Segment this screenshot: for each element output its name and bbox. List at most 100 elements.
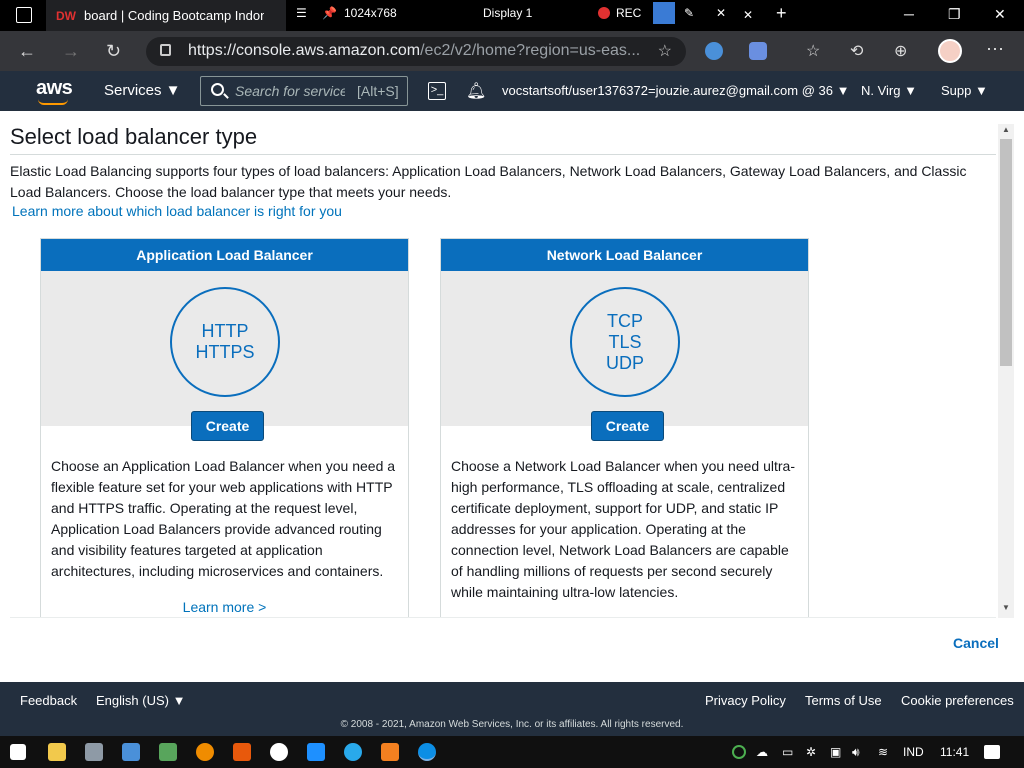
rec-label: REC bbox=[616, 6, 642, 20]
pen-icon[interactable]: ✎ bbox=[684, 6, 694, 20]
wifi-icon[interactable]: ≋ bbox=[878, 745, 888, 759]
protocol-label: TCP bbox=[607, 310, 643, 331]
protocol-label: HTTP bbox=[201, 321, 249, 341]
app-icon-4[interactable] bbox=[196, 743, 214, 761]
region-menu[interactable]: N. Virg ▼ bbox=[861, 83, 917, 98]
scrollbar-thumb[interactable] bbox=[1000, 139, 1012, 366]
alb-learn-more-link[interactable]: Learn more > bbox=[41, 599, 408, 615]
tray-app-icon[interactable]: ✲ bbox=[806, 745, 816, 759]
card-title: Application Load Balancer bbox=[41, 239, 408, 271]
tab-title: board | Coding Bootcamp Indon bbox=[84, 8, 264, 23]
restore-icon[interactable]: ❐ bbox=[948, 6, 961, 23]
windows-start-icon[interactable] bbox=[10, 744, 26, 760]
pin-icon[interactable]: 📌 bbox=[322, 6, 337, 20]
card-illustration: TCP TLS UDP Create bbox=[441, 271, 808, 441]
aws-search-input[interactable] bbox=[235, 82, 345, 100]
network-load-balancer-card: Network Load Balancer TCP TLS UDP Create… bbox=[440, 238, 809, 618]
telegram-icon[interactable] bbox=[344, 743, 362, 761]
services-menu[interactable]: Services ▼ bbox=[104, 82, 181, 99]
protocol-circle: HTTP HTTPS bbox=[170, 287, 280, 397]
account-menu[interactable]: vocstartsoft/user1376372=jouzie.aurez@gm… bbox=[502, 83, 849, 98]
browser-tab-active[interactable]: DW board | Coding Bootcamp Indon ✕ bbox=[46, 0, 322, 31]
aws-search-box[interactable]: [Alt+S] bbox=[200, 76, 408, 106]
edge-browser-icon[interactable] bbox=[418, 743, 436, 761]
aws-footer: Feedback English (US) ▼ Privacy Policy T… bbox=[0, 682, 1024, 736]
stop-share-icon[interactable]: ✕ bbox=[716, 6, 726, 20]
scroll-down-icon[interactable]: ▼ bbox=[1002, 603, 1010, 612]
tab-actions-icon[interactable] bbox=[16, 7, 32, 23]
privacy-link[interactable]: Privacy Policy bbox=[705, 693, 786, 708]
share-display: Display 1 bbox=[483, 6, 533, 20]
tray-app-icon-2[interactable]: ▣ bbox=[830, 745, 841, 759]
camera-icon[interactable] bbox=[653, 2, 675, 24]
create-alb-button[interactable]: Create bbox=[191, 411, 264, 441]
favicon-icon: DW bbox=[56, 9, 76, 23]
language-selector[interactable]: English (US) ▼ bbox=[96, 693, 185, 708]
copyright: © 2008 - 2021, Amazon Web Services, Inc.… bbox=[340, 719, 684, 730]
forward-icon[interactable]: → bbox=[62, 41, 80, 62]
record-icon bbox=[598, 7, 610, 19]
extension-screen-icon[interactable] bbox=[749, 42, 767, 60]
aws-logo[interactable]: aws bbox=[36, 77, 73, 105]
share-resolution: 1024x768 bbox=[344, 6, 397, 20]
clock[interactable]: 11:41 bbox=[940, 745, 969, 759]
screen-share-bar: ☰ 📌 1024x768 Display 1 REC ✎ ✕ ✕ bbox=[290, 0, 760, 26]
favorites-icon[interactable]: ☆ bbox=[806, 41, 820, 61]
feedback-link[interactable]: Feedback bbox=[20, 693, 77, 708]
profile-avatar[interactable] bbox=[938, 39, 962, 63]
content-divider bbox=[10, 617, 996, 618]
protocol-label: UDP bbox=[605, 352, 644, 373]
cancel-button[interactable]: Cancel bbox=[953, 635, 999, 651]
minimize-icon[interactable]: ─ bbox=[904, 6, 914, 22]
terms-link[interactable]: Terms of Use bbox=[805, 693, 882, 708]
battery-icon[interactable]: ▭ bbox=[782, 745, 793, 759]
card-illustration: HTTP HTTPS Create bbox=[41, 271, 408, 441]
card-description: Choose a Network Load Balancer when you … bbox=[451, 458, 795, 600]
extension-search-icon[interactable] bbox=[705, 42, 723, 60]
notifications-icon[interactable] bbox=[984, 745, 1000, 759]
cloudshell-icon[interactable]: >_ bbox=[428, 82, 446, 100]
notifications-bell-icon[interactable]: 🔔︎ bbox=[466, 81, 486, 101]
language-indicator[interactable]: IND bbox=[903, 745, 924, 759]
history-icon[interactable]: ⟲ bbox=[850, 41, 863, 61]
tray-status-icon[interactable] bbox=[732, 745, 746, 759]
github-icon[interactable] bbox=[270, 743, 288, 761]
title-divider bbox=[10, 154, 996, 155]
menu-icon[interactable]: ☰ bbox=[296, 6, 307, 20]
close-share-icon[interactable]: ✕ bbox=[743, 8, 753, 22]
app-icon-1[interactable] bbox=[85, 743, 103, 761]
collections-icon[interactable]: ⊕ bbox=[894, 41, 907, 61]
app-icon-3[interactable] bbox=[159, 743, 177, 761]
browser-tab-strip: DW board | Coding Bootcamp Indon ✕ ☰ 📌 1… bbox=[0, 0, 1024, 31]
cloud-tray-icon[interactable]: ☁ bbox=[756, 745, 768, 759]
git-icon[interactable] bbox=[233, 743, 251, 761]
more-options-icon[interactable]: ⋯ bbox=[986, 39, 1004, 60]
close-window-icon[interactable]: ✕ bbox=[994, 6, 1006, 23]
new-tab-icon[interactable]: + bbox=[776, 3, 787, 24]
url-text: https://console.aws.amazon.com/ec2/v2/ho… bbox=[188, 42, 641, 59]
main-content: Select load balancer type Elastic Load B… bbox=[0, 111, 1024, 682]
file-explorer-icon[interactable] bbox=[48, 743, 66, 761]
aws-top-nav: aws Services ▼ [Alt+S] >_ 🔔︎ vocstartsof… bbox=[0, 71, 1024, 111]
back-icon[interactable]: ← bbox=[18, 41, 36, 62]
application-load-balancer-card: Application Load Balancer HTTP HTTPS Cre… bbox=[40, 238, 409, 618]
url-field[interactable]: https://console.aws.amazon.com/ec2/v2/ho… bbox=[146, 37, 686, 66]
cloud-icon[interactable] bbox=[381, 743, 399, 761]
favorite-star-icon[interactable]: ☆ bbox=[658, 41, 672, 61]
card-description: Choose an Application Load Balancer when… bbox=[51, 458, 396, 579]
app-icon-2[interactable] bbox=[122, 743, 140, 761]
protocol-label: TLS bbox=[608, 331, 642, 352]
lock-icon bbox=[160, 44, 171, 56]
search-icon bbox=[211, 83, 224, 96]
create-nlb-button[interactable]: Create bbox=[591, 411, 664, 441]
protocol-circle: TCP TLS UDP bbox=[570, 287, 680, 397]
vscode-icon[interactable] bbox=[307, 743, 325, 761]
scroll-up-icon[interactable]: ▲ bbox=[1002, 125, 1010, 134]
support-menu[interactable]: Supp ▼ bbox=[941, 83, 988, 98]
reload-icon[interactable]: ↻ bbox=[106, 41, 121, 62]
protocol-label: HTTPS bbox=[195, 342, 255, 362]
search-shortcut: [Alt+S] bbox=[357, 83, 399, 99]
learn-more-link[interactable]: Learn more about which load balancer is … bbox=[12, 203, 342, 219]
volume-icon[interactable]: 🔊︎ bbox=[852, 745, 860, 760]
cookie-preferences-link[interactable]: Cookie preferences bbox=[901, 693, 1014, 708]
